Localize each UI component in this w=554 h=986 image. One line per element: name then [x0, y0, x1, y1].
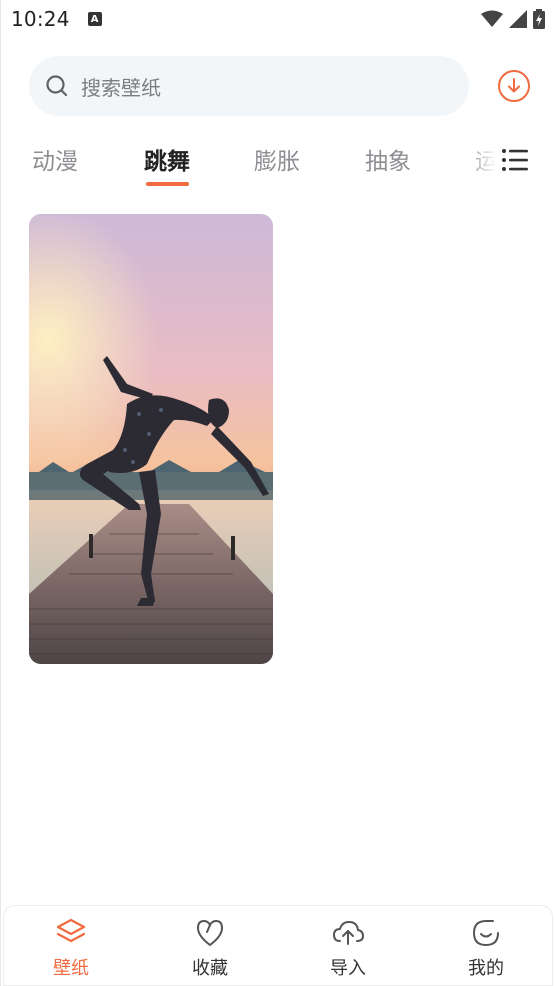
wallpaper-thumbnail: [29, 214, 273, 664]
nav-profile-label: 我的: [468, 958, 504, 979]
tab-abstract[interactable]: 抽象: [365, 142, 411, 176]
search-icon: [46, 75, 68, 97]
tab-inflate[interactable]: 膨胀: [254, 142, 300, 176]
status-bar: 10:24 A: [1, 0, 554, 38]
cloud-upload-icon: [332, 920, 365, 945]
app-screen: 10:24 A 搜索壁纸 动漫 跳舞 膨胀 抽象 壁纸 收藏 导入 我的: [0, 0, 554, 986]
wallpaper-card[interactable]: [29, 214, 273, 664]
status-time: 10:24: [11, 7, 70, 31]
heart-icon: [196, 919, 224, 947]
wifi-icon: [481, 10, 503, 27]
download-icon: [508, 78, 520, 93]
nav-import[interactable]: 导入: [303, 916, 393, 982]
smile-icon: [472, 920, 499, 947]
battery-icon: [533, 9, 545, 29]
search-input[interactable]: 搜索壁纸: [29, 56, 469, 116]
category-list-icon[interactable]: [501, 146, 529, 174]
signal-icon: [509, 10, 527, 28]
category-tabs: 动漫 跳舞 膨胀 抽象 运: [1, 132, 554, 192]
notification-icon: A: [87, 12, 102, 26]
active-tab-indicator: [146, 182, 189, 186]
status-icons: [481, 9, 545, 29]
tab-dance[interactable]: 跳舞: [144, 142, 190, 176]
search-placeholder: 搜索壁纸: [81, 75, 161, 100]
nav-favorites-label: 收藏: [192, 958, 228, 979]
download-button[interactable]: [498, 70, 530, 102]
tabs-fade: [466, 132, 506, 188]
tab-anime[interactable]: 动漫: [32, 142, 78, 176]
nav-profile[interactable]: 我的: [441, 916, 531, 982]
layers-icon: [56, 918, 86, 943]
nav-wallpaper[interactable]: 壁纸: [26, 916, 116, 982]
nav-wallpaper-label: 壁纸: [53, 958, 89, 979]
bottom-navigation: 壁纸 收藏 导入 我的: [3, 905, 553, 986]
nav-favorites[interactable]: 收藏: [165, 916, 255, 982]
nav-import-label: 导入: [330, 958, 366, 979]
